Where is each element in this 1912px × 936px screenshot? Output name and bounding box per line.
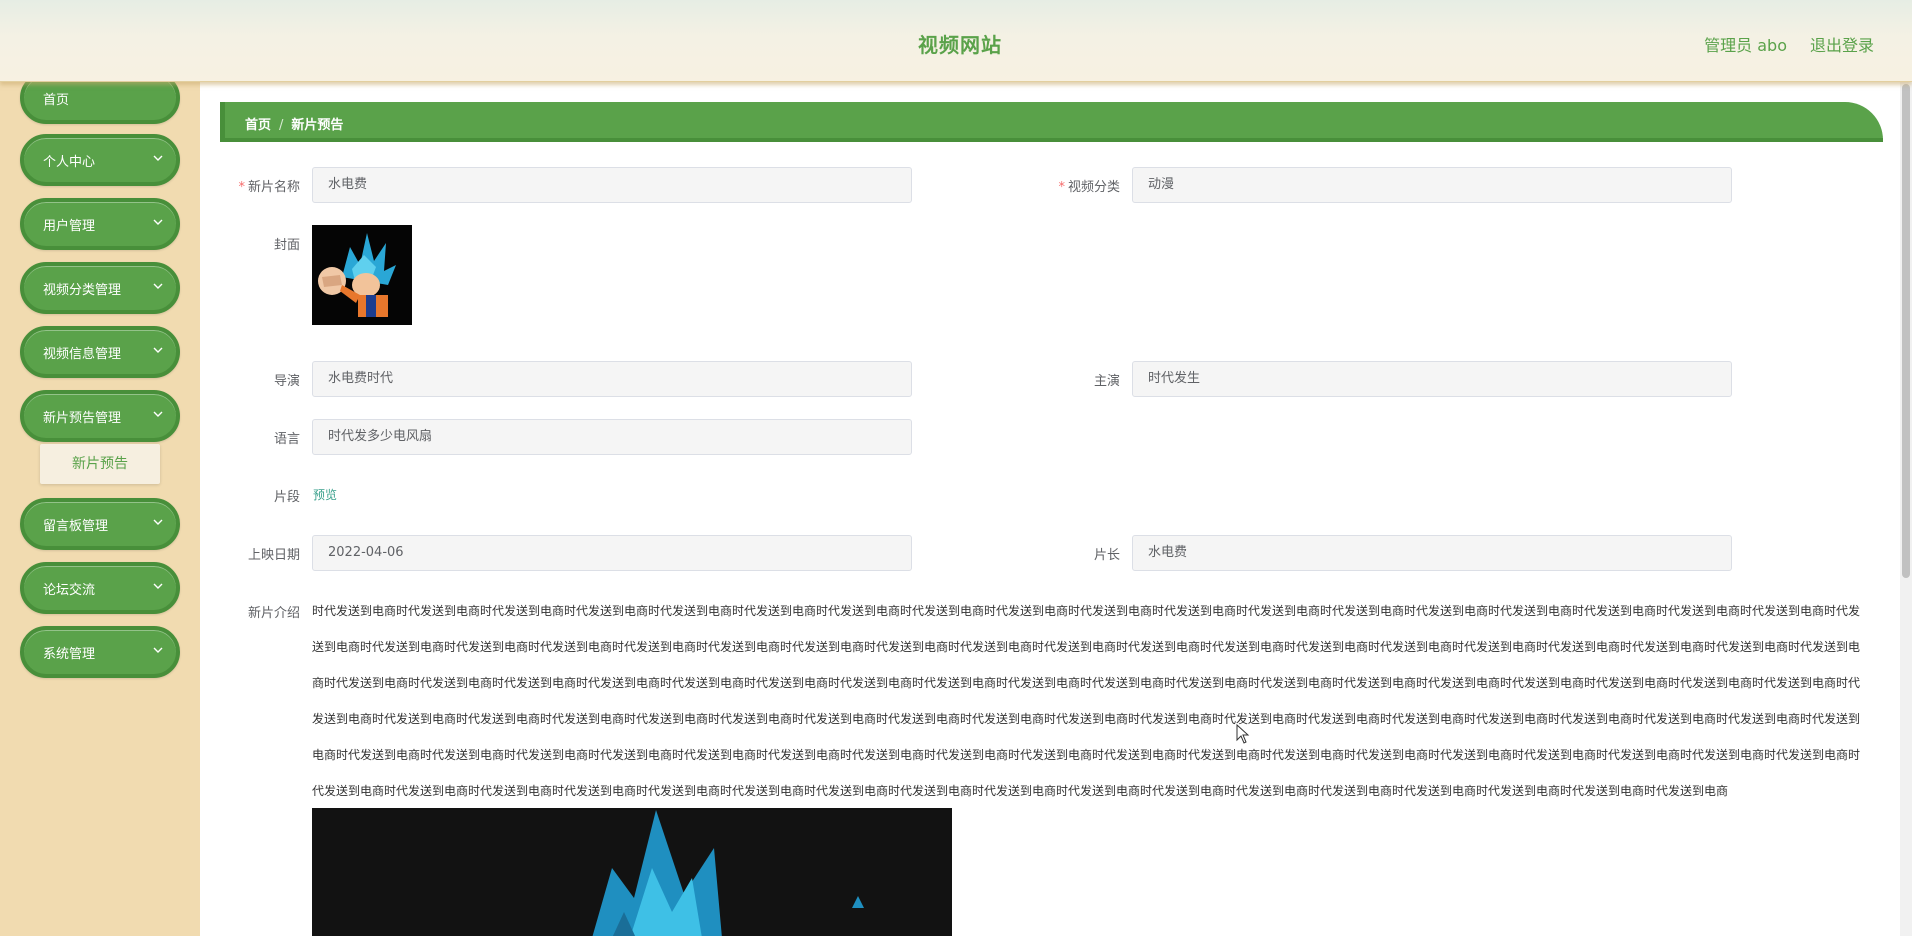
logout-link[interactable]: 退出登录 xyxy=(1810,32,1874,56)
name-label: * 新片名称 xyxy=(200,176,300,195)
sidebar-item-label: 用户管理 xyxy=(43,219,96,234)
sidebar-subitem-trailer[interactable]: 新片预告 xyxy=(40,444,160,484)
sidebar-item-trailer-management[interactable]: 新片预告管理 xyxy=(20,390,180,442)
director-label: 导演 xyxy=(273,374,300,389)
breadcrumb: 首页 / 新片预告 xyxy=(220,102,1883,142)
mouse-pointer-icon xyxy=(1236,724,1250,744)
chevron-down-icon xyxy=(153,283,163,289)
sidebar-item-label: 留言板管理 xyxy=(43,519,109,534)
intro-label: 新片介绍 xyxy=(247,606,300,621)
sidebar-item-personal-center[interactable]: 个人中心 xyxy=(20,134,180,186)
chevron-down-icon xyxy=(153,219,163,225)
current-user-label: 管理员 abo xyxy=(1704,36,1787,55)
top-header: 视频网站 管理员 abo 退出登录 xyxy=(0,0,1912,82)
sidebar-item-label: 论坛交流 xyxy=(43,583,96,598)
cover-image[interactable] xyxy=(312,225,412,325)
sidebar-item-label: 个人中心 xyxy=(43,155,96,170)
required-mark: * xyxy=(1058,180,1065,195)
language-label: 语言 xyxy=(273,432,300,447)
category-label-text: 视频分类 xyxy=(1067,180,1120,195)
duration-field[interactable]: 水电费 xyxy=(1132,535,1732,571)
sidebar-item-label: 视频信息管理 xyxy=(43,347,122,362)
clip-preview-link[interactable]: 预览 xyxy=(313,486,337,503)
director-field[interactable]: 水电费时代 xyxy=(312,361,912,397)
intro-image xyxy=(312,808,952,936)
chevron-down-icon xyxy=(153,155,163,161)
chevron-down-icon xyxy=(153,347,163,353)
required-mark: * xyxy=(238,180,245,195)
name-label-text: 新片名称 xyxy=(247,180,300,195)
breadcrumb-current: 新片预告 xyxy=(291,118,344,133)
sidebar-item-message-board-management[interactable]: 留言板管理 xyxy=(20,498,180,550)
language-field[interactable]: 时代发多少电风扇 xyxy=(312,419,912,455)
sidebar: 首页 个人中心 用户管理 视频分类管理 视频信息管理 新片预告管理 新片预告 留… xyxy=(0,72,200,936)
chevron-up-icon xyxy=(153,411,163,417)
category-label: * 视频分类 xyxy=(1020,176,1120,195)
sidebar-item-label: 首页 xyxy=(43,93,70,108)
sidebar-item-label: 视频分类管理 xyxy=(43,283,122,298)
sidebar-item-label: 新片预告管理 xyxy=(43,411,122,426)
main-content: 首页 / 新片预告 * 新片名称 水电费 * 视频分类 动漫 封面 导演 水电费时代 主… xyxy=(200,82,1900,936)
chevron-down-icon xyxy=(153,647,163,653)
name-field[interactable]: 水电费 xyxy=(312,167,912,203)
anime-character-image xyxy=(312,808,952,936)
category-field[interactable]: 动漫 xyxy=(1132,167,1732,203)
anime-character-image xyxy=(312,225,412,325)
sidebar-item-video-category-management[interactable]: 视频分类管理 xyxy=(20,262,180,314)
scrollbar-thumb[interactable] xyxy=(1902,84,1910,578)
sidebar-item-user-management[interactable]: 用户管理 xyxy=(20,198,180,250)
actor-field[interactable]: 时代发生 xyxy=(1132,361,1732,397)
sidebar-item-label: 系统管理 xyxy=(43,647,96,662)
clip-label: 片段 xyxy=(273,490,300,505)
duration-label: 片长 xyxy=(1093,548,1120,563)
actor-label: 主演 xyxy=(1093,374,1120,389)
breadcrumb-home[interactable]: 首页 xyxy=(245,118,271,133)
cover-label: 封面 xyxy=(273,238,300,253)
sidebar-item-video-info-management[interactable]: 视频信息管理 xyxy=(20,326,180,378)
sidebar-item-system-management[interactable]: 系统管理 xyxy=(20,626,180,678)
sidebar-item-forum[interactable]: 论坛交流 xyxy=(20,562,180,614)
release-date-field[interactable]: 2022-04-06 xyxy=(312,535,912,571)
chevron-down-icon xyxy=(153,519,163,525)
chevron-down-icon xyxy=(153,583,163,589)
release-date-label: 上映日期 xyxy=(247,548,300,563)
intro-text: 时代发送到电商时代发送到电商时代发送到电商时代发送到电商时代发送到电商时代发送到… xyxy=(312,604,1861,798)
breadcrumb-separator: / xyxy=(279,118,284,133)
site-title: 视频网站 xyxy=(918,33,1002,57)
